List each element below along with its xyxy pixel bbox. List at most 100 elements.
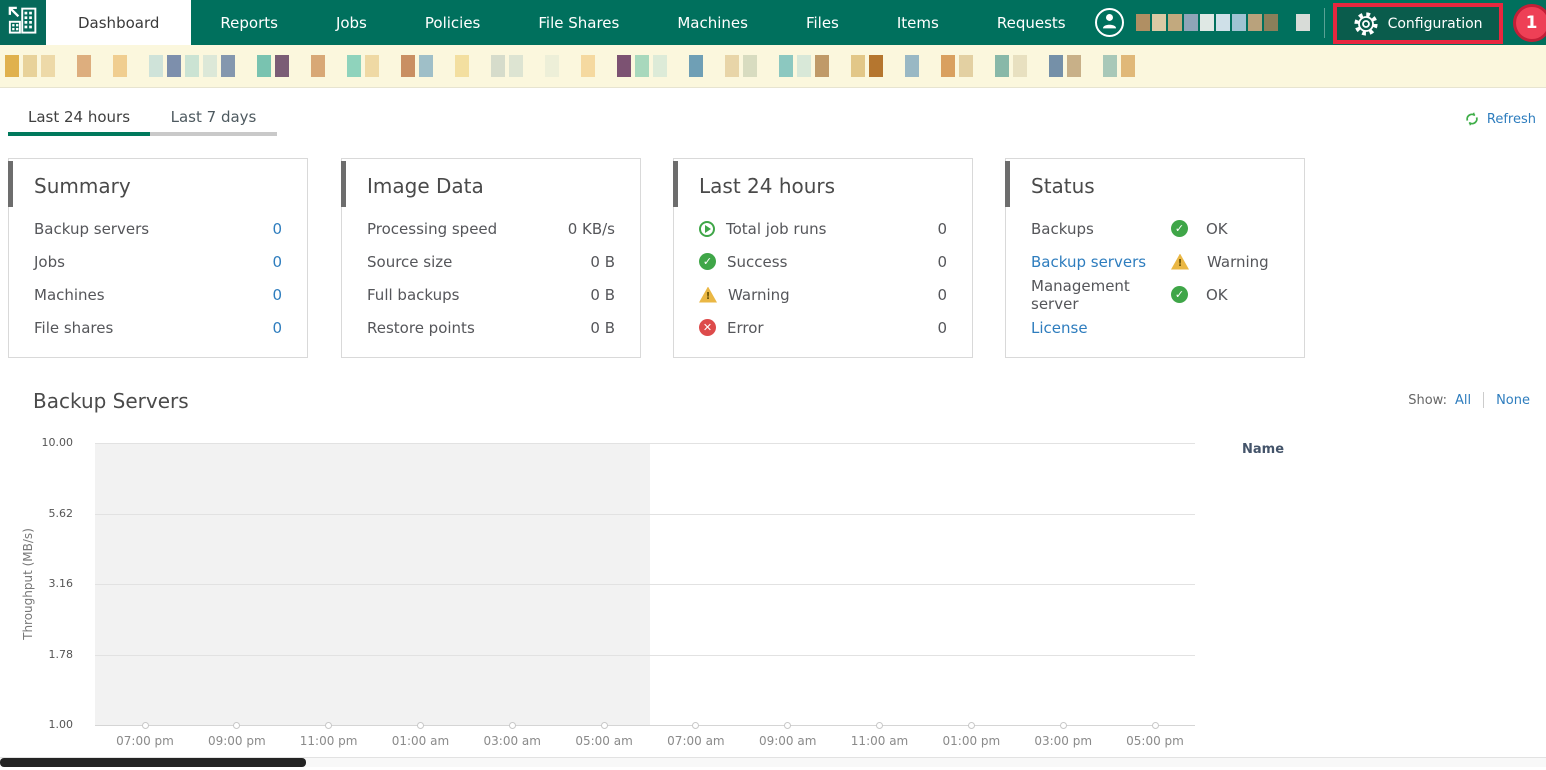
- card-last-24-hours: Last 24 hours Total job runs 0 ✓ Success 0! Wa…: [673, 158, 973, 358]
- row-value[interactable]: 0: [272, 319, 282, 337]
- card-row-backup-servers: Backup servers 0: [9, 212, 307, 245]
- period-tab-last-7-days[interactable]: Last 7 days: [150, 100, 277, 136]
- configuration-button[interactable]: Configuration: [1332, 3, 1503, 44]
- redacted-block: [1199, 14, 1214, 31]
- x-axis-tick: 05:00 am: [575, 734, 633, 748]
- nav-separator: [1323, 7, 1325, 38]
- nav-tab-file-shares[interactable]: File Shares: [509, 0, 648, 45]
- redacted-block: [653, 55, 667, 77]
- play-circle-icon: [699, 220, 715, 237]
- redacted-block: [401, 55, 415, 77]
- card-title: Summary: [34, 174, 131, 198]
- warning-icon: !: [1171, 253, 1189, 270]
- redacted-block: [1183, 14, 1198, 31]
- show-none-link[interactable]: None: [1496, 393, 1530, 408]
- redacted-block: [995, 55, 1009, 77]
- card-row-backup-servers: Backup servers! Warning: [1006, 245, 1304, 278]
- redacted-block: [797, 55, 811, 77]
- period-tab-last-24-hours[interactable]: Last 24 hours: [8, 100, 150, 136]
- redacted-block: [545, 55, 559, 77]
- redacted-block: [743, 55, 757, 77]
- row-label: Processing speed: [367, 219, 498, 238]
- redacted-block: [1121, 55, 1135, 77]
- row-label: Restore points: [367, 318, 475, 337]
- nav-tab-dashboard[interactable]: Dashboard: [46, 0, 192, 45]
- card-accent-bar: [1005, 161, 1010, 207]
- redacted-block: [5, 55, 19, 77]
- horizontal-scrollbar-thumb[interactable]: [0, 758, 306, 767]
- redacted-block: [221, 55, 235, 77]
- row-value: 0: [937, 318, 947, 337]
- data-point-marker: [876, 721, 884, 729]
- y-axis-label: Throughput (MB/s): [21, 528, 35, 640]
- notification-badge[interactable]: 1: [1512, 3, 1546, 42]
- show-all-link[interactable]: All: [1455, 393, 1471, 408]
- refresh-button[interactable]: Refresh: [1464, 111, 1536, 127]
- nav-tab-files[interactable]: Files: [777, 0, 868, 45]
- redacted-block: [725, 55, 739, 77]
- row-label: Machines: [34, 285, 105, 304]
- card-row-license: License: [1006, 311, 1304, 344]
- redacted-banner: [0, 45, 1546, 88]
- row-label: Source size: [367, 252, 453, 271]
- nav-tab-jobs[interactable]: Jobs: [307, 0, 396, 45]
- nav-tab-items[interactable]: Items: [868, 0, 968, 45]
- data-point-marker: [692, 721, 700, 729]
- status-warning: ! Warning: [1171, 253, 1279, 271]
- redacted-user-info: [1135, 14, 1310, 31]
- status-text: OK: [1206, 285, 1228, 304]
- redacted-block: [23, 55, 37, 77]
- redacted-block: [1013, 55, 1027, 77]
- redacted-block: [185, 55, 199, 77]
- app-logo[interactable]: [0, 0, 46, 45]
- redacted-block: [113, 55, 127, 77]
- success-icon: ✓: [1171, 220, 1188, 237]
- row-value: 0 B: [590, 318, 615, 337]
- chart-gridline: [95, 443, 1195, 444]
- success-icon: ✓: [1171, 286, 1188, 303]
- show-label: Show:: [1408, 392, 1447, 408]
- x-axis-tick: 03:00 pm: [1034, 734, 1093, 748]
- nav-tab-reports[interactable]: Reports: [191, 0, 307, 45]
- row-value[interactable]: 0: [272, 286, 282, 304]
- data-point-marker: [141, 721, 149, 729]
- data-point-marker: [508, 721, 516, 729]
- row-label: Error: [727, 318, 764, 337]
- card-row-source-size: Source size 0 B: [342, 245, 640, 278]
- row-value: 0 KB/s: [567, 219, 615, 238]
- card-accent-bar: [8, 161, 13, 207]
- redacted-block: [365, 55, 379, 77]
- card-accent-bar: [673, 161, 678, 207]
- row-label: Backup servers: [34, 219, 150, 238]
- card-row-full-backups: Full backups 0 B: [342, 278, 640, 311]
- row-label: Jobs: [34, 252, 65, 271]
- redacted-block: [941, 55, 955, 77]
- card-row-management-server: Management server ✓ OK: [1006, 277, 1304, 313]
- card-title: Last 24 hours: [699, 174, 836, 198]
- card-row-backups: Backups ✓ OK: [1006, 212, 1304, 245]
- data-point-marker: [1059, 721, 1067, 729]
- nav-tab-policies[interactable]: Policies: [396, 0, 509, 45]
- redacted-block: [491, 55, 505, 77]
- redacted-block: [905, 55, 919, 77]
- card-title: Status: [1031, 174, 1095, 198]
- link-license[interactable]: License: [1031, 319, 1279, 337]
- success-icon: ✓: [699, 253, 716, 270]
- x-axis-tick: 05:00 pm: [1126, 734, 1184, 748]
- card-row-machines: Machines 0: [9, 278, 307, 311]
- card-title: Image Data: [367, 174, 484, 198]
- row-value[interactable]: 0: [272, 220, 282, 238]
- link-backup-servers[interactable]: Backup servers: [1031, 253, 1171, 271]
- x-axis-tick: 11:00 pm: [299, 734, 358, 748]
- user-avatar[interactable]: [1094, 8, 1124, 37]
- horizontal-scrollbar-track[interactable]: [0, 757, 1546, 767]
- nav-tab-requests[interactable]: Requests: [968, 0, 1095, 45]
- row-label: File shares: [34, 318, 114, 337]
- y-axis-tick: 5.62: [48, 506, 74, 520]
- row-value[interactable]: 0: [272, 253, 282, 271]
- redacted-block: [203, 55, 217, 77]
- redacted-block: [1103, 55, 1117, 77]
- nav-tab-machines[interactable]: Machines: [648, 0, 777, 45]
- redacted-block: [257, 55, 271, 77]
- data-point-marker: [600, 721, 608, 729]
